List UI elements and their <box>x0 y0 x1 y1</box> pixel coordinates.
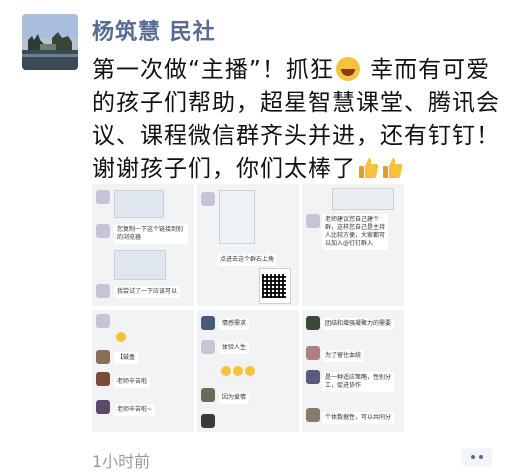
chat-avatar <box>201 414 215 428</box>
chat-avatar <box>96 190 110 204</box>
post-text: 第一次做“主播”！抓狂 幸而有可爱的孩子们帮助，超星智慧课堂、腾讯会议、课程微信… <box>92 54 502 186</box>
chat-avatar <box>306 214 320 228</box>
chat-avatar <box>201 388 215 402</box>
chat-avatar <box>201 340 215 354</box>
thumbs-up-icon <box>359 158 379 178</box>
chat-avatar <box>306 408 320 422</box>
avatar[interactable] <box>22 14 78 70</box>
screenshot-preview <box>114 190 164 218</box>
chat-avatar <box>306 370 320 384</box>
chat-bubble: 老师辛苦啦 <box>114 376 151 388</box>
more-options-button[interactable] <box>462 448 492 466</box>
laughing-emoji-icon <box>221 366 231 376</box>
chat-avatar <box>306 316 320 330</box>
screenshot-preview <box>332 188 394 210</box>
screenshot-preview <box>114 250 166 280</box>
thumbs-up-icon <box>116 332 126 342</box>
avatar-photo <box>22 14 78 70</box>
thumbs-up-icon-2 <box>383 158 403 178</box>
chat-bubble: 体验人生 <box>219 342 250 354</box>
image-grid: 您复制一下这个链接到别的浏览器 我尝试了一下应该可以 点进去这个群右上角 老师建… <box>92 184 404 432</box>
chat-bubble: 您复制一下这个链接到别的浏览器 <box>114 224 188 244</box>
post-timestamp: 1小时前 <box>92 452 151 471</box>
chat-bubble: 是一种适应策略，性别分工，促进协作 <box>322 372 394 392</box>
chat-avatar <box>96 350 110 364</box>
image-thumbnail-2[interactable]: 点进去这个群右上角 <box>197 184 299 306</box>
chat-bubble: 老师辛苦啦~ <box>114 404 156 416</box>
image-thumbnail-3[interactable]: 老师建议您自己建个群，这样您自己是主持人比较方便，大家都可以加入@钉钉群入 <box>302 184 404 306</box>
chat-avatar <box>96 224 110 238</box>
image-thumbnail-5[interactable]: 情感需求 体验人生 因为爱情 <box>197 310 299 432</box>
chat-avatar <box>96 372 110 386</box>
moments-post: 杨筑慧 民社 第一次做“主播”！抓狂 幸而有可爱的孩子们帮助，超星智慧课堂、腾讯… <box>0 0 524 471</box>
chat-avatar <box>201 192 215 206</box>
chat-avatar <box>96 400 110 414</box>
laughing-sweat-emoji-icon <box>335 57 360 81</box>
image-thumbnail-4[interactable]: 【鼓盒 老师辛苦啦 老师辛苦啦~ <box>92 310 194 432</box>
screenshot-preview <box>219 190 255 244</box>
chat-bubble: 因为爱情 <box>219 392 250 404</box>
image-thumbnail-1[interactable]: 您复制一下这个链接到别的浏览器 我尝试了一下应该可以 <box>92 184 194 306</box>
laughing-emoji-icon <box>245 366 255 376</box>
post-text-part1: 第一次做“主播”！抓狂 <box>92 57 334 83</box>
chat-bubble: 团结和增强凝聚力的需要 <box>322 318 394 330</box>
qr-code <box>262 274 286 298</box>
chat-bubble: 个体数据性，可以共同分 <box>322 412 394 424</box>
chat-avatar <box>306 346 320 360</box>
chat-avatar <box>96 284 110 298</box>
chat-bubble: 老师建议您自己建个群，这样您自己是主持人比较方便，大家都可以加入@钉钉群入 <box>322 214 388 250</box>
image-thumbnail-6[interactable]: 团结和增强凝聚力的需要 为了留住血统 是一种适应策略，性别分工，促进协作 个体数… <box>302 310 404 432</box>
laughing-emoji-icon <box>233 366 243 376</box>
chat-bubble: 我尝试了一下应该可以 <box>114 286 181 298</box>
chat-bubble: 为了留住血统 <box>322 350 365 362</box>
chat-bubble: 情感需求 <box>219 318 250 330</box>
chat-bubble: 【鼓盒 <box>114 352 139 364</box>
chat-avatar <box>201 316 215 330</box>
chat-bubble: 点进去这个群右上角 <box>217 254 278 266</box>
author-name[interactable]: 杨筑慧 民社 <box>92 14 216 46</box>
chat-avatar <box>96 314 110 328</box>
